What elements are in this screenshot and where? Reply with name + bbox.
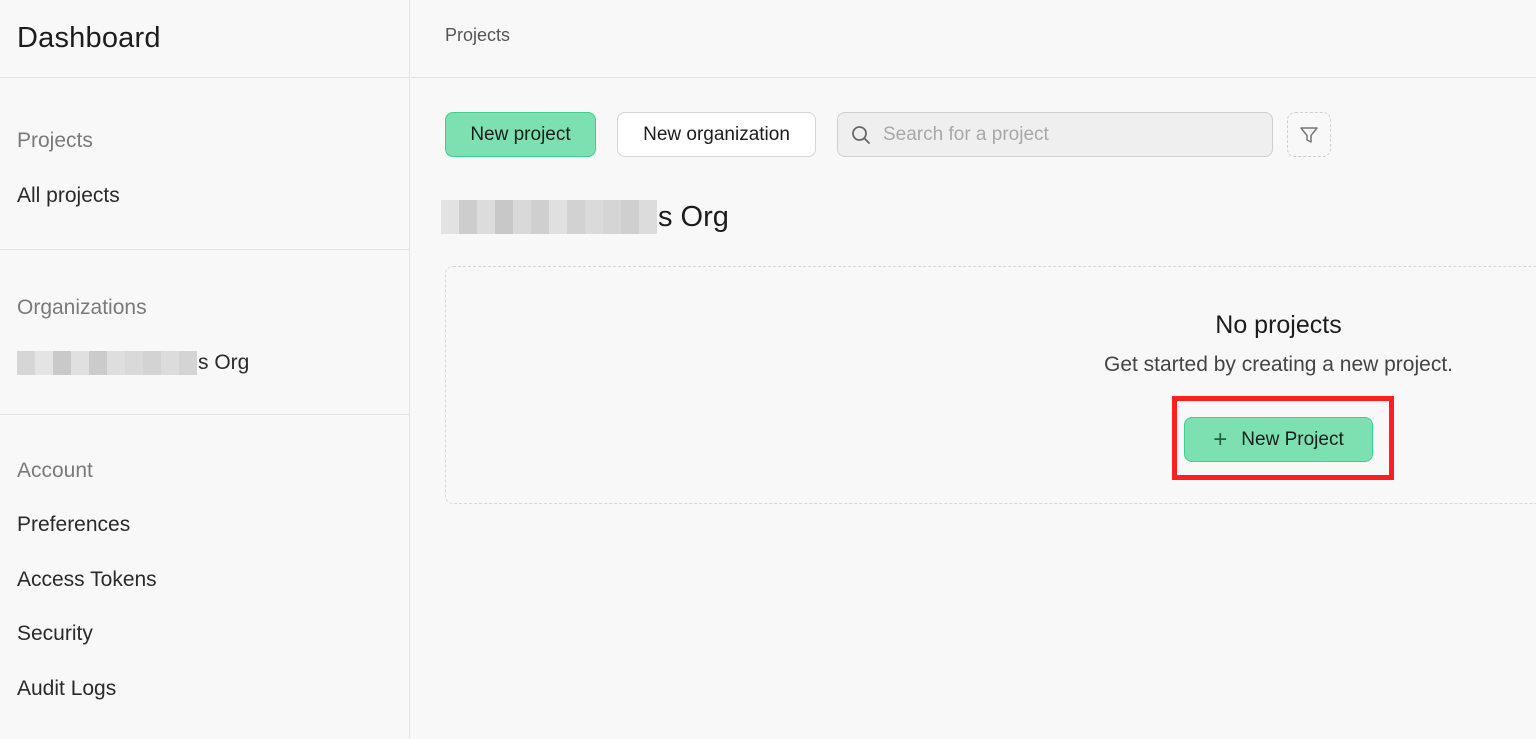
sidebar-title: Dashboard [17,22,161,54]
empty-state-title: No projects [1215,311,1342,339]
search-input[interactable] [883,123,1243,146]
sidebar-item-access-tokens[interactable]: Access Tokens [17,553,392,608]
create-new-project-button[interactable]: + New Project [1184,417,1373,462]
main-content: Projects New project New organization Se… [411,0,1536,739]
sidebar: Dashboard Projects All projects Organiza… [0,0,410,739]
sidebar-item-security[interactable]: Security [17,607,392,662]
search-box[interactable] [837,112,1273,157]
topbar: Projects [411,0,1536,78]
sidebar-header: Dashboard [0,0,409,78]
new-organization-button[interactable]: New organization [617,112,816,157]
filter-button[interactable] [1287,112,1331,157]
plus-icon: + [1213,425,1228,453]
sidebar-org-name: s Org [198,351,250,374]
projects-section: Projects All projects [0,78,409,250]
sidebar-item-preferences[interactable]: Preferences [17,498,392,553]
empty-state-subtitle: Get started by creating a new project. [1103,353,1453,376]
sidebar-item-org[interactable]: s Org [17,344,392,382]
toolbar: New project New organization [445,112,1331,157]
breadcrumb[interactable]: Projects [445,25,510,46]
org-heading: s Org [441,200,729,234]
filter-icon [1299,125,1319,145]
projects-heading: Projects [17,129,93,152]
empty-state: No projects Get started by creating a ne… [1066,311,1491,377]
org-heading-text: s Org [658,200,729,233]
create-new-project-label: New Project [1241,428,1344,450]
search-icon [851,125,871,145]
empty-projects-panel: No projects Get started by creating a ne… [445,266,1536,504]
redacted-name [17,351,197,375]
account-heading: Account [17,459,93,482]
organizations-heading: Organizations [17,296,147,319]
sidebar-item-audit-logs[interactable]: Audit Logs [17,662,392,717]
new-project-button[interactable]: New project [445,112,596,157]
account-section: Account Preferences Access Tokens Securi… [0,415,409,716]
organizations-section: Organizations s Org [0,250,409,415]
sidebar-item-all-projects[interactable]: All projects [17,177,392,215]
redacted-org-name [441,200,657,234]
app-root: Dashboard Projects All projects Organiza… [0,0,1536,739]
